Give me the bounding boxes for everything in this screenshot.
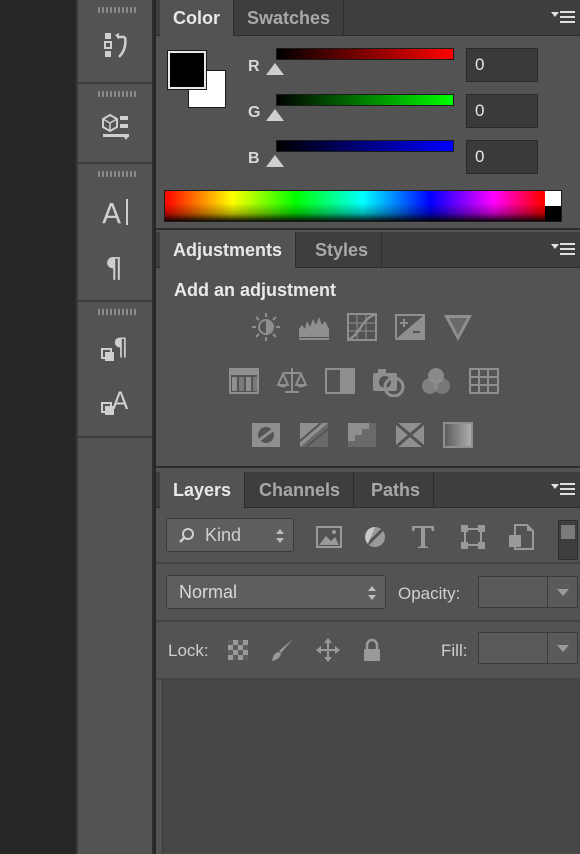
character-icon[interactable]: A bbox=[96, 192, 136, 232]
panel-dock-iconbar: A ¶ ¶ A bbox=[76, 0, 154, 854]
color-spectrum-ramp[interactable] bbox=[164, 190, 562, 222]
dock-group-type: A ¶ bbox=[78, 164, 152, 302]
green-value-field[interactable]: 0 bbox=[466, 94, 538, 128]
opacity-label: Opacity: bbox=[398, 584, 461, 603]
green-slider-thumb[interactable] bbox=[266, 109, 284, 121]
red-slider-thumb[interactable] bbox=[266, 63, 284, 75]
selective-color-icon[interactable] bbox=[392, 418, 428, 452]
brightness-contrast-icon[interactable] bbox=[248, 310, 284, 344]
blue-channel-label: B bbox=[248, 150, 260, 167]
panels-column: Color Swatches R 0 G 0 B 0 Adjustments S… bbox=[156, 0, 580, 854]
gradient-map-icon[interactable] bbox=[440, 418, 476, 452]
3d-icon[interactable] bbox=[96, 106, 136, 146]
blue-slider-track[interactable] bbox=[276, 140, 454, 152]
panel-menu-icon[interactable] bbox=[550, 241, 576, 259]
character-styles-icon[interactable]: A bbox=[96, 382, 136, 422]
blue-value-field[interactable]: 0 bbox=[466, 140, 538, 174]
color-lookup-icon[interactable] bbox=[466, 364, 502, 398]
lock-all-icon[interactable] bbox=[358, 636, 386, 664]
foreground-color-swatch[interactable] bbox=[167, 50, 207, 90]
layers-list[interactable] bbox=[156, 680, 580, 854]
channel-mixer-icon[interactable] bbox=[418, 364, 454, 398]
lock-transparent-pixels-icon[interactable] bbox=[224, 636, 252, 664]
tab-layers[interactable]: Layers bbox=[160, 472, 246, 509]
history-icon[interactable] bbox=[96, 26, 136, 66]
paragraph-styles-icon[interactable]: ¶ bbox=[96, 328, 136, 368]
lock-label: Lock: bbox=[168, 641, 209, 660]
tab-styles[interactable]: Styles bbox=[302, 232, 383, 268]
chevron-down-icon[interactable] bbox=[547, 577, 577, 607]
chevron-down-icon[interactable] bbox=[547, 633, 577, 663]
smart-object-filter-icon[interactable] bbox=[506, 522, 536, 552]
filter-kind-dropdown[interactable]: Kind bbox=[166, 518, 294, 552]
blend-opacity-row: Normal Opacity: bbox=[156, 566, 580, 622]
green-slider-track[interactable] bbox=[276, 94, 454, 106]
grip-handle[interactable] bbox=[98, 309, 136, 315]
opacity-field[interactable] bbox=[478, 576, 578, 608]
color-balance-icon[interactable] bbox=[274, 364, 310, 398]
grip-handle[interactable] bbox=[98, 91, 136, 97]
vibrance-icon[interactable] bbox=[440, 310, 476, 344]
blend-mode-label: Normal bbox=[179, 582, 238, 602]
panel-menu-icon[interactable] bbox=[550, 9, 576, 27]
curves-icon[interactable] bbox=[344, 310, 380, 344]
filter-toggle-switch[interactable] bbox=[558, 520, 578, 560]
threshold-icon[interactable] bbox=[344, 418, 380, 452]
lock-image-pixels-icon[interactable] bbox=[268, 636, 296, 664]
layers-list-area[interactable] bbox=[162, 680, 580, 854]
tab-color[interactable]: Color bbox=[160, 0, 234, 37]
adjustments-heading: Add an adjustment bbox=[174, 280, 337, 300]
green-channel-label: G bbox=[248, 104, 261, 121]
dock-group-history bbox=[78, 0, 152, 84]
canvas-area bbox=[0, 0, 76, 854]
panel-menu-icon[interactable] bbox=[550, 481, 576, 499]
adjustment-layer-filter-icon[interactable] bbox=[360, 522, 390, 552]
grip-handle[interactable] bbox=[98, 7, 136, 13]
filter-kind-label: Kind bbox=[205, 525, 242, 545]
svg-text:A: A bbox=[102, 197, 121, 229]
photo-filter-icon[interactable] bbox=[370, 364, 406, 398]
black-white-ramp[interactable] bbox=[545, 191, 561, 221]
lock-fill-row: Lock: Fill: bbox=[156, 622, 580, 680]
search-icon bbox=[179, 528, 194, 543]
updown-arrows-icon bbox=[368, 586, 376, 600]
svg-text:¶: ¶ bbox=[113, 333, 128, 361]
levels-icon[interactable] bbox=[296, 310, 332, 344]
fill-label: Fill: bbox=[441, 641, 468, 660]
blend-mode-dropdown[interactable]: Normal bbox=[166, 575, 386, 609]
dock-group-styles: ¶ A bbox=[78, 302, 152, 438]
red-value-field[interactable]: 0 bbox=[466, 48, 538, 82]
red-channel-label: R bbox=[248, 58, 260, 75]
dock-group-3d bbox=[78, 84, 152, 164]
hue-saturation-icon[interactable] bbox=[226, 364, 262, 398]
shape-layer-filter-icon[interactable] bbox=[458, 522, 488, 552]
tab-paths[interactable]: Paths bbox=[358, 472, 435, 508]
color-panel-tabbar: Color Swatches bbox=[156, 0, 580, 37]
exposure-icon[interactable] bbox=[392, 310, 428, 344]
svg-text:¶: ¶ bbox=[105, 251, 123, 283]
type-layer-filter-icon[interactable] bbox=[408, 522, 438, 552]
blue-slider-thumb[interactable] bbox=[266, 155, 284, 167]
fill-field[interactable] bbox=[478, 632, 578, 664]
red-slider-track[interactable] bbox=[276, 48, 454, 60]
tab-swatches[interactable]: Swatches bbox=[234, 0, 345, 36]
layers-filter-bar: Kind bbox=[156, 508, 580, 564]
updown-arrows-icon bbox=[276, 529, 284, 543]
invert-icon[interactable] bbox=[248, 418, 284, 452]
tab-adjustments[interactable]: Adjustments bbox=[160, 232, 297, 269]
tab-channels[interactable]: Channels bbox=[246, 472, 355, 508]
layers-panel-tabbar: Layers Channels Paths bbox=[156, 472, 580, 509]
adjustments-panel-tabbar: Adjustments Styles bbox=[156, 232, 580, 269]
lock-position-icon[interactable] bbox=[314, 636, 342, 664]
black-white-icon[interactable] bbox=[322, 364, 358, 398]
posterize-icon[interactable] bbox=[296, 418, 332, 452]
pixel-layer-filter-icon[interactable] bbox=[314, 522, 344, 552]
paragraph-icon[interactable]: ¶ bbox=[96, 246, 136, 286]
grip-handle[interactable] bbox=[98, 171, 136, 177]
svg-text:A: A bbox=[112, 387, 129, 415]
